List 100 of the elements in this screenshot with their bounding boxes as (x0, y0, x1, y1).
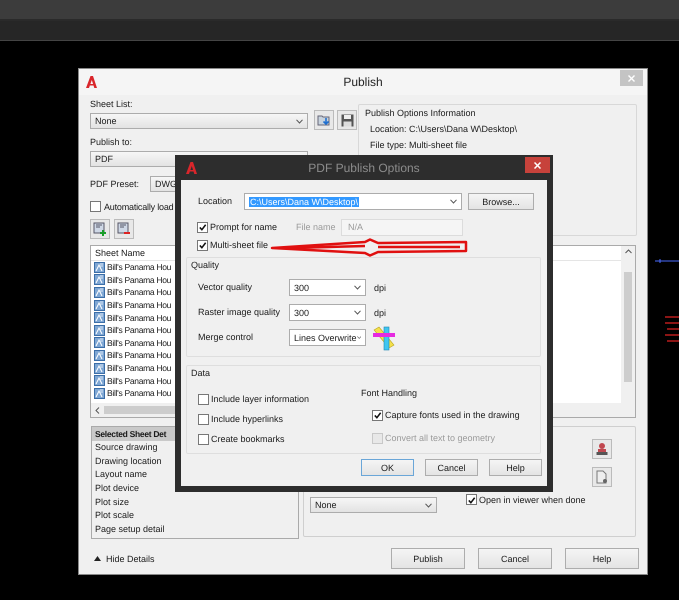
section-title: Font Handling (361, 388, 418, 399)
detail-label: Plot scale (94, 509, 136, 522)
sheet-icon (94, 286, 105, 298)
group-title: Data (191, 368, 212, 379)
save-button[interactable] (337, 110, 357, 130)
import-button[interactable] (314, 110, 334, 130)
unit-label: dpi (374, 282, 386, 292)
detail-label: Plot size (94, 496, 130, 509)
chevron-down-icon (296, 118, 303, 124)
sheet-name[interactable]: Bill's Panama Hou (107, 388, 172, 398)
field-label: Merge control (198, 332, 254, 343)
collapse-icon (94, 556, 101, 561)
browse-button[interactable]: Browse... (468, 193, 534, 210)
checkbox[interactable] (198, 434, 209, 444)
field-label: Vector quality (198, 282, 254, 293)
dialog-button[interactable]: OK (361, 459, 414, 476)
panel-title: Publish Options Information (365, 108, 477, 119)
info-text: Location: C:\Users\Dana W\Desktop\ (369, 124, 518, 135)
window-title: Publish (343, 75, 383, 89)
checkbox-label: Prompt for name (210, 222, 278, 232)
checkbox-label: Include layer information (211, 394, 310, 404)
chevron-down-icon (354, 285, 361, 290)
sheet-icon (94, 324, 105, 336)
sheet-name[interactable]: Bill's Panama Hou (107, 338, 172, 348)
detail-label: Plot device (94, 482, 140, 496)
document-button[interactable] (592, 467, 612, 487)
sheet-name[interactable]: Bill's Panama Hou (107, 274, 172, 285)
close-icon (534, 162, 541, 168)
scroll-left-icon (95, 406, 100, 414)
merge-lines-icon (371, 324, 397, 350)
app-logo-icon (186, 162, 197, 174)
field-label: PDF Preset: (90, 178, 140, 190)
unit-label: dpi (374, 308, 386, 318)
app-logo-icon (86, 76, 97, 88)
sheet-name[interactable]: Bill's Panama Hou (107, 376, 172, 386)
sheet-icon (94, 312, 105, 324)
chevron-down-icon (356, 335, 361, 340)
checkbox-label: Include hyperlinks (211, 414, 284, 424)
close-icon (628, 74, 635, 82)
sheet-plus-icon (93, 222, 107, 236)
dialog-button[interactable]: Cancel (478, 548, 552, 569)
dropdown[interactable]: None (310, 497, 437, 513)
scroll-up-icon (624, 249, 632, 254)
sheet-icon (94, 337, 105, 348)
checkbox[interactable] (197, 222, 208, 232)
sheet-name[interactable]: Bill's Panama Hou (107, 325, 172, 336)
sheet-minus-icon (117, 222, 131, 236)
add-sheet-button[interactable] (90, 219, 110, 239)
field-label: Sheet List: (90, 99, 134, 110)
dropdown[interactable]: 300 (289, 304, 366, 321)
chevron-down-icon (354, 310, 361, 315)
remove-sheet-button[interactable] (114, 219, 134, 239)
field-label: File name (296, 222, 337, 232)
dialog-button[interactable]: Help (489, 459, 542, 476)
sheet-icon (94, 388, 105, 399)
sheet-name[interactable]: Bill's Panama Hou (107, 262, 172, 272)
dropdown[interactable]: None (90, 113, 308, 129)
detail-label: Layout name (94, 468, 148, 482)
folder-arrow-icon (316, 113, 332, 127)
checkbox[interactable] (197, 240, 208, 250)
save-icon (340, 114, 354, 126)
field-label: Raster image quality (198, 307, 282, 318)
chevron-down-icon (425, 502, 432, 508)
dialog-button[interactable]: Help (565, 548, 639, 569)
sheet-icon (94, 274, 105, 286)
sheet-name[interactable]: Bill's Panama Hou (107, 300, 172, 310)
sheet-name[interactable]: Bill's Panama Hou (107, 287, 172, 298)
info-text: File type: Multi-sheet file (369, 140, 468, 151)
dropdown[interactable]: 300 (289, 279, 366, 296)
chevron-down-icon (450, 199, 457, 204)
checkbox-label: Open in viewer when done (479, 494, 586, 504)
detail-label: Source drawing (94, 441, 159, 454)
sheet-name[interactable]: Bill's Panama Hou (107, 350, 172, 360)
sheet-icon (94, 362, 105, 374)
stamp-button[interactable] (592, 439, 612, 459)
dialog-button[interactable]: Cancel (425, 459, 478, 476)
checkbox[interactable] (90, 201, 101, 212)
detail-label: Page setup detail (94, 523, 166, 536)
sheet-icon (94, 262, 105, 273)
close-button[interactable] (525, 157, 550, 173)
group-title: Quality (191, 260, 220, 271)
checkbox[interactable] (372, 410, 383, 420)
dropdown[interactable]: Lines Overwrite (289, 329, 366, 346)
checkbox-label: Automatically load (104, 202, 174, 212)
stamp-icon (596, 442, 608, 456)
checkbox[interactable] (466, 494, 477, 505)
field-label: Location (198, 196, 234, 207)
checkbox-label: Create bookmarks (211, 434, 285, 444)
checkbox-label: Convert all text to geometry (385, 433, 496, 443)
hide-details-link[interactable]: Hide Details (106, 554, 155, 564)
sheet-icon (94, 300, 105, 311)
checkbox[interactable] (198, 414, 209, 424)
checkbox[interactable] (198, 394, 209, 404)
dialog-button[interactable]: Publish (391, 548, 465, 569)
vertical-scrollbar[interactable] (621, 246, 635, 417)
sheet-name[interactable]: Bill's Panama Hou (107, 363, 172, 374)
document-icon (596, 470, 608, 484)
window-title: PDF Publish Options (308, 160, 420, 174)
checkbox-label: Capture fonts used in the drawing (385, 410, 520, 420)
sheet-name[interactable]: Bill's Panama Hou (107, 312, 172, 323)
